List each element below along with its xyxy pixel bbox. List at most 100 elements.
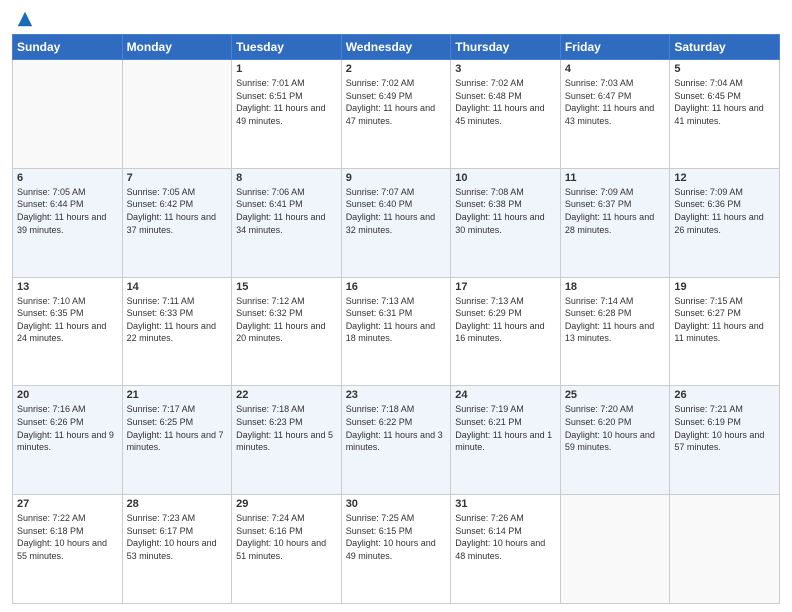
calendar-header-tuesday: Tuesday (232, 35, 342, 60)
day-info: Sunrise: 7:04 AM Sunset: 6:45 PM Dayligh… (674, 77, 775, 127)
logo (12, 10, 34, 28)
day-info: Sunrise: 7:01 AM Sunset: 6:51 PM Dayligh… (236, 77, 337, 127)
day-number: 28 (127, 498, 228, 510)
calendar-cell: 22 Sunrise: 7:18 AM Sunset: 6:23 PM Dayli… (232, 386, 342, 495)
day-info: Sunrise: 7:10 AM Sunset: 6:35 PM Dayligh… (17, 295, 118, 345)
day-info: Sunrise: 7:02 AM Sunset: 6:48 PM Dayligh… (455, 77, 556, 127)
day-info: Sunrise: 7:14 AM Sunset: 6:28 PM Dayligh… (565, 295, 666, 345)
day-number: 2 (346, 63, 447, 75)
day-number: 3 (455, 63, 556, 75)
day-number: 21 (127, 389, 228, 401)
day-number: 11 (565, 172, 666, 184)
day-info: Sunrise: 7:20 AM Sunset: 6:20 PM Dayligh… (565, 403, 666, 453)
day-info: Sunrise: 7:18 AM Sunset: 6:22 PM Dayligh… (346, 403, 447, 453)
header (12, 10, 780, 28)
calendar-cell (122, 60, 232, 169)
day-number: 24 (455, 389, 556, 401)
calendar-cell: 7 Sunrise: 7:05 AM Sunset: 6:42 PM Daylig… (122, 168, 232, 277)
calendar-header-monday: Monday (122, 35, 232, 60)
logo-icon (16, 10, 34, 28)
day-info: Sunrise: 7:16 AM Sunset: 6:26 PM Dayligh… (17, 403, 118, 453)
day-number: 8 (236, 172, 337, 184)
calendar-week-row: 1 Sunrise: 7:01 AM Sunset: 6:51 PM Daylig… (13, 60, 780, 169)
day-info: Sunrise: 7:19 AM Sunset: 6:21 PM Dayligh… (455, 403, 556, 453)
calendar-cell: 16 Sunrise: 7:13 AM Sunset: 6:31 PM Dayli… (341, 277, 451, 386)
calendar-cell: 23 Sunrise: 7:18 AM Sunset: 6:22 PM Dayli… (341, 386, 451, 495)
calendar-week-row: 6Sunrise: 7:05 AM Sunset: 6:44 PM Daylig… (13, 168, 780, 277)
day-number: 20 (17, 389, 118, 401)
day-info: Sunrise: 7:26 AM Sunset: 6:14 PM Dayligh… (455, 512, 556, 562)
day-number: 9 (346, 172, 447, 184)
day-number: 5 (674, 63, 775, 75)
day-number: 19 (674, 281, 775, 293)
day-number: 17 (455, 281, 556, 293)
day-number: 7 (127, 172, 228, 184)
day-number: 18 (565, 281, 666, 293)
calendar-cell: 12 Sunrise: 7:09 AM Sunset: 6:36 PM Dayli… (670, 168, 780, 277)
calendar-header-wednesday: Wednesday (341, 35, 451, 60)
calendar-cell: 5 Sunrise: 7:04 AM Sunset: 6:45 PM Daylig… (670, 60, 780, 169)
day-info: Sunrise: 7:12 AM Sunset: 6:32 PM Dayligh… (236, 295, 337, 345)
calendar-cell: 3 Sunrise: 7:02 AM Sunset: 6:48 PM Daylig… (451, 60, 561, 169)
day-number: 30 (346, 498, 447, 510)
calendar-cell: 18 Sunrise: 7:14 AM Sunset: 6:28 PM Dayli… (560, 277, 670, 386)
calendar-cell: 8 Sunrise: 7:06 AM Sunset: 6:41 PM Daylig… (232, 168, 342, 277)
calendar-cell: 13 Sunrise: 7:10 AM Sunset: 6:35 PM Dayli… (13, 277, 123, 386)
day-info: Sunrise: 7:18 AM Sunset: 6:23 PM Dayligh… (236, 403, 337, 453)
day-number: 6 (17, 172, 118, 184)
day-info: Sunrise: 7:23 AM Sunset: 6:17 PM Dayligh… (127, 512, 228, 562)
calendar-table: SundayMondayTuesdayWednesdayThursdayFrid… (12, 34, 780, 604)
day-number: 13 (17, 281, 118, 293)
calendar-cell: 19 Sunrise: 7:15 AM Sunset: 6:27 PM Dayli… (670, 277, 780, 386)
calendar-cell: 29 Sunrise: 7:24 AM Sunset: 6:16 PM Dayli… (232, 495, 342, 604)
calendar-cell: 24 Sunrise: 7:19 AM Sunset: 6:21 PM Dayli… (451, 386, 561, 495)
day-number: 14 (127, 281, 228, 293)
day-info: Sunrise: 7:11 AM Sunset: 6:33 PM Dayligh… (127, 295, 228, 345)
day-info: Sunrise: 7:22 AM Sunset: 6:18 PM Dayligh… (17, 512, 118, 562)
calendar-cell: 1 Sunrise: 7:01 AM Sunset: 6:51 PM Daylig… (232, 60, 342, 169)
calendar-cell: 25 Sunrise: 7:20 AM Sunset: 6:20 PM Dayli… (560, 386, 670, 495)
day-info: Sunrise: 7:13 AM Sunset: 6:31 PM Dayligh… (346, 295, 447, 345)
day-number: 26 (674, 389, 775, 401)
day-number: 29 (236, 498, 337, 510)
day-info: Sunrise: 7:17 AM Sunset: 6:25 PM Dayligh… (127, 403, 228, 453)
day-info: Sunrise: 7:06 AM Sunset: 6:41 PM Dayligh… (236, 186, 337, 236)
calendar-cell (670, 495, 780, 604)
day-info: Sunrise: 7:24 AM Sunset: 6:16 PM Dayligh… (236, 512, 337, 562)
calendar-cell: 31 Sunrise: 7:26 AM Sunset: 6:14 PM Dayli… (451, 495, 561, 604)
calendar-cell: 28 Sunrise: 7:23 AM Sunset: 6:17 PM Dayli… (122, 495, 232, 604)
page: SundayMondayTuesdayWednesdayThursdayFrid… (0, 0, 792, 612)
day-info: Sunrise: 7:13 AM Sunset: 6:29 PM Dayligh… (455, 295, 556, 345)
day-number: 10 (455, 172, 556, 184)
calendar-cell: 17 Sunrise: 7:13 AM Sunset: 6:29 PM Dayli… (451, 277, 561, 386)
day-info: Sunrise: 7:05 AM Sunset: 6:42 PM Dayligh… (127, 186, 228, 236)
calendar-cell: 20 Sunrise: 7:16 AM Sunset: 6:26 PM Dayli… (13, 386, 123, 495)
calendar-cell: 9 Sunrise: 7:07 AM Sunset: 6:40 PM Daylig… (341, 168, 451, 277)
day-info: Sunrise: 7:03 AM Sunset: 6:47 PM Dayligh… (565, 77, 666, 127)
day-number: 31 (455, 498, 556, 510)
day-number: 25 (565, 389, 666, 401)
day-info: Sunrise: 7:15 AM Sunset: 6:27 PM Dayligh… (674, 295, 775, 345)
calendar-cell: 11 Sunrise: 7:09 AM Sunset: 6:37 PM Dayli… (560, 168, 670, 277)
calendar-header-thursday: Thursday (451, 35, 561, 60)
calendar-cell: 30Sunrise: 7:25 AM Sunset: 6:15 PM Dayli… (341, 495, 451, 604)
day-info: Sunrise: 7:09 AM Sunset: 6:36 PM Dayligh… (674, 186, 775, 236)
day-info: Sunrise: 7:02 AM Sunset: 6:49 PM Dayligh… (346, 77, 447, 127)
day-info: Sunrise: 7:07 AM Sunset: 6:40 PM Dayligh… (346, 186, 447, 236)
calendar-cell: 10Sunrise: 7:08 AM Sunset: 6:38 PM Dayli… (451, 168, 561, 277)
day-number: 12 (674, 172, 775, 184)
day-number: 27 (17, 498, 118, 510)
calendar-header-row: SundayMondayTuesdayWednesdayThursdayFrid… (13, 35, 780, 60)
calendar-cell: 6Sunrise: 7:05 AM Sunset: 6:44 PM Daylig… (13, 168, 123, 277)
calendar-cell: 15 Sunrise: 7:12 AM Sunset: 6:32 PM Dayli… (232, 277, 342, 386)
calendar-cell: 2 Sunrise: 7:02 AM Sunset: 6:49 PM Daylig… (341, 60, 451, 169)
calendar-week-row: 27 Sunrise: 7:22 AM Sunset: 6:18 PM Dayli… (13, 495, 780, 604)
day-number: 15 (236, 281, 337, 293)
calendar-week-row: 13 Sunrise: 7:10 AM Sunset: 6:35 PM Dayli… (13, 277, 780, 386)
day-number: 22 (236, 389, 337, 401)
day-number: 1 (236, 63, 337, 75)
day-info: Sunrise: 7:09 AM Sunset: 6:37 PM Dayligh… (565, 186, 666, 236)
calendar-cell: 4Sunrise: 7:03 AM Sunset: 6:47 PM Daylig… (560, 60, 670, 169)
day-number: 16 (346, 281, 447, 293)
day-number: 23 (346, 389, 447, 401)
